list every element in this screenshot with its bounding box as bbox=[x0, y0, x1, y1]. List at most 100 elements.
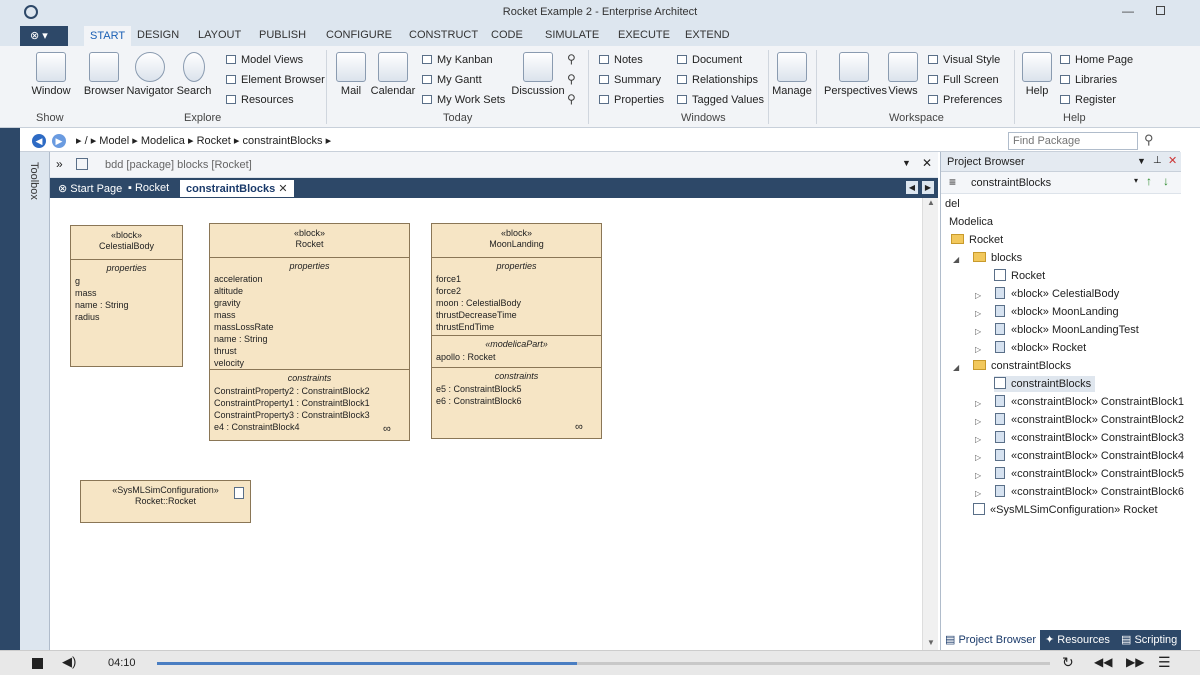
register-item[interactable]: Register bbox=[1060, 94, 1116, 106]
expand-icon[interactable]: ▷ bbox=[975, 453, 981, 462]
fast-forward-icon[interactable]: ▶▶ bbox=[1126, 655, 1144, 669]
move-up-icon[interactable]: ↑ bbox=[1146, 174, 1152, 188]
expand-icon[interactable]: ▷ bbox=[975, 417, 981, 426]
tab-start-page[interactable]: ⊗ Start Page bbox=[52, 180, 128, 197]
find-package-input[interactable] bbox=[1008, 132, 1138, 150]
expand-icon[interactable]: ▷ bbox=[975, 489, 981, 498]
tab-construct[interactable]: CONSTRUCT bbox=[409, 29, 478, 41]
dropdown-icon[interactable]: ▾ bbox=[1134, 176, 1138, 185]
expand-icon[interactable]: ▷ bbox=[975, 309, 981, 318]
manage-button[interactable]: Manage bbox=[772, 52, 812, 97]
toolbox-panel[interactable]: Toolbox bbox=[20, 152, 50, 650]
tab-configure[interactable]: CONFIGURE bbox=[326, 29, 392, 41]
tab-resources[interactable]: ✦ Resources bbox=[1045, 633, 1110, 646]
discussion-button[interactable]: Discussion bbox=[510, 52, 566, 97]
stop-icon[interactable] bbox=[32, 658, 43, 669]
close-icon[interactable]: ✕ bbox=[922, 156, 932, 170]
tree-item-del[interactable]: del bbox=[945, 196, 960, 212]
vertical-scrollbar[interactable]: ▲ ▼ bbox=[922, 198, 938, 650]
properties-item[interactable]: Properties bbox=[599, 94, 664, 106]
expand-icon[interactable]: ▷ bbox=[975, 345, 981, 354]
tree-item-constraint-block[interactable]: «constraintBlock» ConstraintBlock6 bbox=[995, 484, 1184, 500]
back-icon[interactable]: ◀ bbox=[32, 134, 46, 148]
volume-icon[interactable]: ◀) bbox=[62, 654, 76, 670]
summary-item[interactable]: Summary bbox=[599, 74, 661, 86]
tab-constraint-blocks[interactable]: constraintBlocks ✕ bbox=[180, 180, 294, 197]
loop-icon[interactable]: ↻ bbox=[1062, 654, 1074, 671]
block-rocket[interactable]: «block» Rocket properties acceleration al… bbox=[209, 223, 410, 441]
calendar-button[interactable]: Calendar bbox=[370, 52, 416, 97]
tab-scripting[interactable]: ▤ Scripting bbox=[1121, 633, 1177, 646]
rewind-icon[interactable]: ◀◀ bbox=[1094, 655, 1112, 669]
document-item[interactable]: Document bbox=[677, 54, 742, 66]
search-icon[interactable]: ⚲ bbox=[567, 52, 576, 66]
expand-icon[interactable]: ▷ bbox=[975, 471, 981, 480]
close-icon[interactable]: ✕ bbox=[278, 183, 287, 195]
tree-item-rocket-package[interactable]: Rocket bbox=[951, 232, 1003, 248]
help-button[interactable]: Help bbox=[1020, 52, 1054, 97]
breadcrumb-item[interactable]: / bbox=[85, 135, 88, 147]
tab-code[interactable]: CODE bbox=[491, 29, 523, 41]
app-menu-button[interactable]: ⊗ ▾ bbox=[20, 26, 68, 46]
scroll-left-icon[interactable]: ◀ bbox=[906, 181, 918, 194]
block-celestial-body[interactable]: «block» CelestialBody properties g mass n… bbox=[70, 225, 183, 367]
libraries-item[interactable]: Libraries bbox=[1060, 74, 1117, 86]
tab-design[interactable]: DESIGN bbox=[137, 29, 179, 41]
toolbox-label[interactable]: Toolbox bbox=[28, 162, 40, 200]
my-kanban-item[interactable]: My Kanban bbox=[422, 54, 493, 66]
expand-icon[interactable]: ▷ bbox=[975, 399, 981, 408]
tab-extend[interactable]: EXTEND bbox=[685, 29, 730, 41]
relationships-item[interactable]: Relationships bbox=[677, 74, 758, 86]
breadcrumb-item[interactable]: Model bbox=[99, 135, 129, 147]
notes-item[interactable]: Notes bbox=[599, 54, 643, 66]
current-package[interactable]: constraintBlocks bbox=[971, 177, 1051, 189]
block-moon-landing[interactable]: «block» MoonLanding properties force1 for… bbox=[431, 223, 602, 439]
my-work-sets-item[interactable]: My Work Sets bbox=[422, 94, 505, 106]
dropdown-icon[interactable]: ▼ bbox=[1137, 156, 1146, 166]
scroll-up-icon[interactable]: ▲ bbox=[927, 198, 935, 207]
expand-icon[interactable]: ▷ bbox=[975, 435, 981, 444]
collapse-icon[interactable]: ◢ bbox=[953, 255, 959, 264]
dropdown-icon[interactable]: ▼ bbox=[902, 158, 911, 168]
maximize-icon[interactable] bbox=[1156, 6, 1165, 15]
tree-item-rocket-diagram[interactable]: Rocket bbox=[994, 268, 1045, 284]
home-page-item[interactable]: Home Page bbox=[1060, 54, 1133, 66]
tree-item-constraint-blocks-package[interactable]: constraintBlocks bbox=[973, 358, 1071, 374]
my-gantt-item[interactable]: My Gantt bbox=[422, 74, 482, 86]
forward-icon[interactable]: ▶ bbox=[52, 134, 66, 148]
tree-item-constraint-block[interactable]: «constraintBlock» ConstraintBlock1 bbox=[995, 394, 1184, 410]
tree-item-block[interactable]: «block» MoonLandingTest bbox=[995, 322, 1139, 338]
tree-item-constraint-block[interactable]: «constraintBlock» ConstraintBlock2 bbox=[995, 412, 1184, 428]
tab-project-browser[interactable]: ▤ Project Browser bbox=[941, 630, 1041, 650]
diagram-canvas[interactable]: «block» CelestialBody properties g mass n… bbox=[50, 198, 922, 650]
tab-simulate[interactable]: SIMULATE bbox=[545, 29, 599, 41]
preferences-item[interactable]: Preferences bbox=[928, 94, 1002, 106]
search-icon[interactable]: ⚲ bbox=[1144, 132, 1154, 148]
move-down-icon[interactable]: ↓ bbox=[1163, 174, 1169, 188]
tree-item-block[interactable]: «block» CelestialBody bbox=[995, 286, 1119, 302]
tree-item-constraint-block[interactable]: «constraintBlock» ConstraintBlock3 bbox=[995, 430, 1184, 446]
expand-icon[interactable]: ▷ bbox=[975, 291, 981, 300]
resources-item[interactable]: Resources bbox=[226, 94, 294, 106]
tree-item-blocks[interactable]: blocks bbox=[973, 250, 1022, 266]
navigator-button[interactable]: Navigator bbox=[126, 52, 174, 97]
search-icon[interactable]: ⚲ bbox=[567, 92, 576, 106]
search-icon[interactable]: ⚲ bbox=[567, 72, 576, 86]
model-views-item[interactable]: Model Views bbox=[226, 54, 303, 66]
tab-execute[interactable]: EXECUTE bbox=[618, 29, 670, 41]
tree-item-block[interactable]: «block» Rocket bbox=[995, 340, 1086, 356]
perspectives-button[interactable]: Perspectives bbox=[824, 52, 887, 97]
tab-start[interactable]: START bbox=[84, 26, 132, 46]
window-button[interactable]: Window bbox=[30, 52, 72, 97]
tree-item-constraint-blocks-diagram[interactable]: constraintBlocks bbox=[994, 376, 1096, 392]
close-icon[interactable]: ✕ bbox=[1168, 154, 1177, 167]
views-button[interactable]: Views bbox=[886, 52, 920, 97]
element-browser-item[interactable]: Element Browser bbox=[226, 74, 325, 86]
tree-item-constraint-block[interactable]: «constraintBlock» ConstraintBlock4 bbox=[995, 448, 1184, 464]
playlist-icon[interactable]: ☰ bbox=[1158, 654, 1171, 671]
tab-publish[interactable]: PUBLISH bbox=[259, 29, 306, 41]
tree-item-block[interactable]: «block» MoonLanding bbox=[995, 304, 1119, 320]
tagged-values-item[interactable]: Tagged Values bbox=[677, 94, 764, 106]
tree-item-constraint-block[interactable]: «constraintBlock» ConstraintBlock5 bbox=[995, 466, 1184, 482]
collapse-icon[interactable]: ◢ bbox=[953, 363, 959, 372]
